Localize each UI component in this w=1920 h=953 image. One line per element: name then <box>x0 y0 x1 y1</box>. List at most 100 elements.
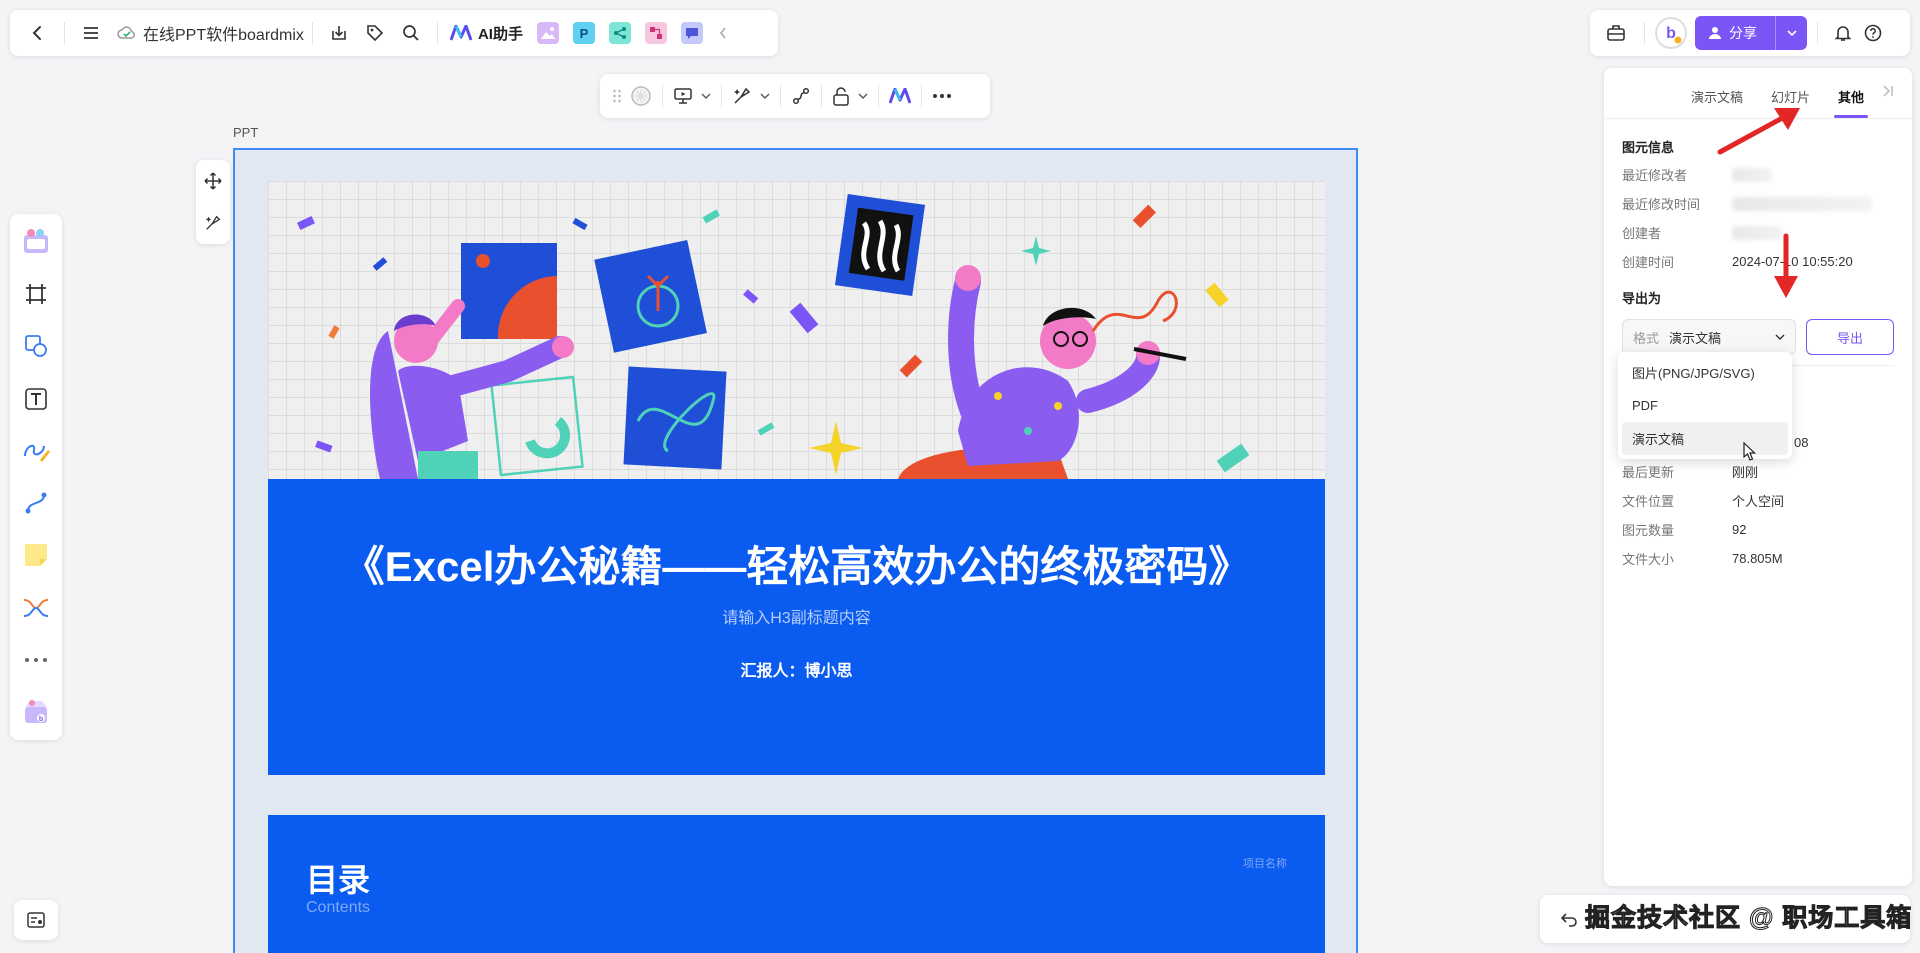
annotation-arrow <box>1772 232 1800 302</box>
more-tools-icon[interactable] <box>16 640 56 680</box>
bell-icon[interactable] <box>1828 18 1858 48</box>
background-fill-icon[interactable] <box>626 80 656 112</box>
last-modifier-label: 最近修改者 <box>1622 168 1688 183</box>
export-row: 格式 演示文稿 导出 <box>1622 319 1894 355</box>
connector-icon[interactable] <box>787 80 815 112</box>
format-dropdown: 图片(PNG/JPG/SVG) PDF 演示文稿 <box>1618 352 1792 459</box>
document-title[interactable]: 在线PPT软件boardmix <box>143 21 304 45</box>
unlock-icon[interactable] <box>828 80 872 112</box>
divider <box>721 85 722 107</box>
menu-icon[interactable] <box>73 15 109 51</box>
ai-assistant-label: AI助手 <box>477 25 523 43</box>
info-last-update: 最后更新 刚刚 <box>1622 457 1892 486</box>
file-size-label: 文件大小 <box>1622 552 1675 567</box>
info-element-count: 图元数量 92 <box>1622 515 1892 544</box>
format-value: 演示文稿 <box>1669 330 1722 346</box>
effects-icon[interactable] <box>728 80 774 112</box>
ppt-frame[interactable]: 《Excel办公秘籍——轻松高效办公的终极密码》 请输入H3副标题内容 汇报人：… <box>233 148 1358 953</box>
add-user-icon <box>1709 26 1723 40</box>
divider <box>780 85 781 107</box>
minimap-toggle-icon[interactable] <box>14 900 58 940</box>
creator-label: 创建者 <box>1622 226 1662 241</box>
text-tool-icon[interactable] <box>16 379 56 419</box>
comment-plugin-icon[interactable] <box>680 22 703 44</box>
collapse-left-icon[interactable] <box>718 26 728 40</box>
presentation-icon[interactable] <box>669 80 715 112</box>
tag-icon[interactable] <box>357 15 393 51</box>
frame-tool-icon[interactable] <box>16 274 56 314</box>
frame-label[interactable]: PPT <box>233 125 258 140</box>
slide-reporter[interactable]: 汇报人：博小思 <box>268 657 1325 681</box>
collapse-panel-icon[interactable] <box>1882 84 1894 98</box>
contents-subtitle[interactable]: Contents <box>306 899 370 917</box>
mindmap-icon[interactable] <box>608 22 631 44</box>
slide-cover[interactable]: 《Excel办公秘籍——轻松高效办公的终极密码》 请输入H3副标题内容 汇报人：… <box>268 181 1325 775</box>
slide-contents[interactable]: 目录 Contents 项目名称 <box>268 815 1325 953</box>
floating-pictures <box>461 194 926 477</box>
sticky-note-icon[interactable] <box>16 535 56 575</box>
ai-assistant-button[interactable]: AI助手 <box>449 23 523 44</box>
user-avatar[interactable]: b <box>1655 17 1687 49</box>
format-label: 格式 <box>1633 330 1660 346</box>
last-modified-time-label: 最近修改时间 <box>1622 197 1701 212</box>
share-dropdown-icon[interactable] <box>1775 16 1807 50</box>
ai-image-icon[interactable] <box>536 22 559 44</box>
cloud-synced-icon <box>117 25 137 41</box>
divider <box>821 85 822 107</box>
partial-value: 08 <box>1794 435 1809 450</box>
download-icon[interactable] <box>321 15 357 51</box>
option-presentation[interactable]: 演示文稿 <box>1622 422 1788 455</box>
option-image[interactable]: 图片(PNG/JPG/SVG) <box>1622 356 1788 389</box>
tab-other[interactable]: 其他 <box>1833 87 1869 118</box>
last-update-label: 最后更新 <box>1622 465 1675 480</box>
project-name[interactable]: 项目名称 <box>1243 855 1287 871</box>
svg-text:b: b <box>39 716 43 723</box>
mindmap-tool-icon[interactable] <box>16 588 56 628</box>
info-last-modifier: 最近修改者 <box>1622 160 1894 189</box>
share-button[interactable]: 分享 <box>1695 16 1807 50</box>
help-icon[interactable] <box>1858 18 1888 48</box>
template-icon[interactable] <box>16 222 56 262</box>
export-button[interactable]: 导出 <box>1806 319 1894 355</box>
divider <box>1644 22 1645 44</box>
frame-handles <box>196 160 230 244</box>
share-label: 分享 <box>1729 25 1757 41</box>
slide-title[interactable]: 《Excel办公秘籍——轻松高效办公的终极密码》 <box>268 533 1325 594</box>
cover-illustration <box>268 181 1325 479</box>
chevron-down-icon <box>1775 334 1785 340</box>
divider <box>64 22 65 44</box>
person-right <box>898 265 1187 479</box>
contents-title[interactable]: 目录 <box>306 855 370 901</box>
pen-tool-icon[interactable] <box>16 431 56 471</box>
divider <box>311 22 313 44</box>
connector-tool-icon[interactable] <box>16 483 56 523</box>
slide-subtitle[interactable]: 请输入H3副标题内容 <box>268 604 1325 628</box>
ppt-icon[interactable]: P <box>572 22 595 44</box>
move-icon[interactable] <box>204 172 222 190</box>
top-toolbar: 在线PPT软件boardmix AI助手 P <box>10 10 778 56</box>
location-label: 文件位置 <box>1622 494 1675 509</box>
ai-logo-icon <box>449 25 472 41</box>
format-select[interactable]: 格式 演示文稿 <box>1622 319 1796 355</box>
shape-tool-icon[interactable] <box>16 326 56 366</box>
back-icon[interactable] <box>20 15 56 51</box>
undo-icon[interactable] <box>1554 904 1584 934</box>
option-pdf[interactable]: PDF <box>1622 389 1788 422</box>
effects-icon[interactable] <box>204 214 222 232</box>
drag-handle-icon[interactable] <box>608 80 626 112</box>
export-title: 导出为 <box>1622 291 1662 306</box>
more-icon[interactable] <box>928 80 956 112</box>
plugin-box-icon[interactable]: b <box>16 692 56 732</box>
flowchart-icon[interactable] <box>644 22 667 44</box>
search-icon[interactable] <box>393 15 429 51</box>
created-time-label: 创建时间 <box>1622 255 1675 270</box>
properties-panel: 演示文稿 幻灯片 其他 图元信息 最近修改者 最近修改时间 创建者 创建时间 2… <box>1604 68 1912 886</box>
info-location: 文件位置 个人空间 <box>1622 486 1892 515</box>
toolbox-icon[interactable] <box>1598 15 1634 51</box>
cursor-pointer-icon <box>1742 442 1756 462</box>
frame-toolbar <box>600 74 990 118</box>
document-title-area[interactable]: 在线PPT软件boardmix <box>117 21 304 45</box>
ai-logo-icon[interactable] <box>885 80 915 112</box>
divider <box>921 85 922 107</box>
info-last-modified-time: 最近修改时间 <box>1622 189 1894 218</box>
